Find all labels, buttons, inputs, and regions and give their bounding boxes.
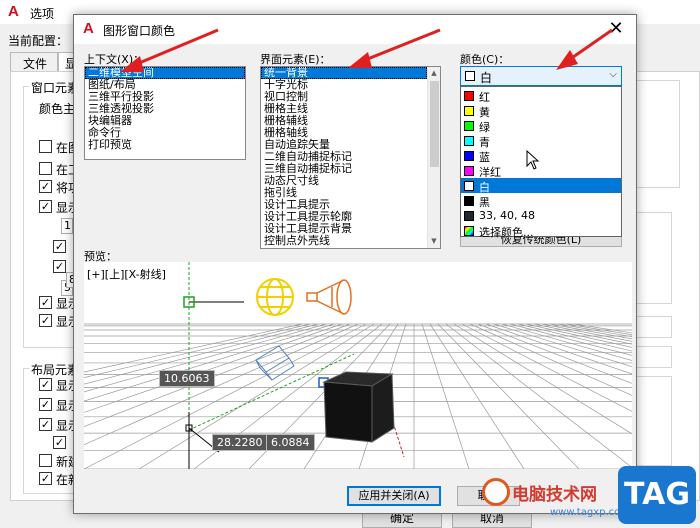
- checkbox-9[interactable]: ✓: [39, 378, 52, 391]
- autocad-logo-icon: A: [8, 3, 19, 20]
- color-option[interactable]: 青: [461, 133, 621, 149]
- color-option-label: 选择颜色...: [479, 226, 534, 239]
- interface-element-items: 统一背景 十字光标 视口控制 栅格主线 栅格辅线 栅格轴线 自动追踪矢量 二维自动捕捉标记 三维…: [261, 67, 427, 247]
- color-swatch: [464, 196, 474, 206]
- color-option[interactable]: 绿: [461, 118, 621, 134]
- checkbox-7[interactable]: ✓: [39, 296, 52, 309]
- color-option[interactable]: 选择颜色...: [461, 223, 621, 239]
- mouse-pointer-icon: [526, 150, 540, 170]
- checkbox-12[interactable]: ✓: [53, 436, 66, 449]
- watermark-site-name: 电脑技术网: [512, 485, 597, 505]
- autocad-logo-icon: A: [83, 20, 94, 37]
- color-label: 颜色(C)：: [460, 53, 510, 66]
- color-option[interactable]: 33, 40, 48: [461, 208, 621, 223]
- checkbox-1[interactable]: [39, 140, 52, 153]
- color-swatch: [464, 136, 474, 146]
- value-field-1[interactable]: 1: [61, 218, 73, 234]
- scrollbar-thumb[interactable]: [430, 81, 439, 167]
- annotation-arrow-2: [348, 28, 441, 68]
- dynamic-input-coord-1[interactable]: 10.6063: [159, 370, 215, 387]
- interface-element-item[interactable]: 控制点外壳线: [261, 235, 427, 247]
- right-group-1: [630, 80, 680, 188]
- dynamic-input-coord-2[interactable]: 28.2280: [212, 434, 268, 451]
- interface-element-label: 界面元素(E)：: [260, 53, 331, 66]
- apply-and-close-button[interactable]: 应用并关闭(A): [347, 486, 441, 506]
- checkbox-4[interactable]: ✓: [39, 200, 52, 213]
- scroll-down-arrow-icon[interactable]: ▼: [428, 235, 440, 248]
- checkbox-2[interactable]: [39, 162, 52, 175]
- checkbox-14[interactable]: ✓: [39, 472, 52, 485]
- annotation-arrow-3: [556, 28, 613, 70]
- options-window-title: 选项: [30, 7, 55, 21]
- color-swatch: [464, 151, 474, 161]
- color-option[interactable]: 红: [461, 88, 621, 104]
- viewport-controls-label[interactable]: [+][上][X-射线]: [87, 266, 166, 282]
- listbox-scrollbar[interactable]: ▲ ▼: [427, 67, 440, 248]
- color-swatch: [464, 91, 474, 101]
- color-option[interactable]: 白: [461, 178, 621, 194]
- checkbox-5[interactable]: ✓: [53, 240, 66, 253]
- color-swatch: [465, 71, 475, 81]
- color-swatch: [464, 121, 474, 131]
- watermark-logo-icon: [482, 478, 510, 506]
- light-globe-icon: [256, 278, 294, 316]
- color-swatch: [464, 181, 474, 191]
- current-profile-label: 当前配置：: [8, 34, 69, 48]
- color-option[interactable]: 黄: [461, 103, 621, 119]
- tab-file[interactable]: 文件: [10, 52, 58, 72]
- context-listbox[interactable]: 二维模型空间 图纸/布局 三维平行投影 三维透视投影 块编辑器 命令行 打印预览: [84, 66, 246, 160]
- color-combobox-value: 白: [480, 71, 493, 85]
- spotlight-icon: [306, 279, 352, 315]
- color-swatch: [464, 166, 474, 176]
- checkbox-10[interactable]: ✓: [39, 398, 52, 411]
- dynamic-input-coord-3[interactable]: 6.0884: [266, 434, 315, 451]
- options-right-panel: [630, 80, 690, 490]
- cube-solid: [322, 371, 395, 443]
- checkbox-11[interactable]: ✓: [39, 418, 52, 431]
- preview-viewport: [+][上][X-射线] 10.6063 28.2280 6.0884: [84, 262, 632, 469]
- color-option[interactable]: 黑: [461, 193, 621, 209]
- color-option-label: 33, 40, 48: [479, 209, 535, 222]
- checkbox-3[interactable]: ✓: [39, 180, 52, 193]
- drawing-window-colors-dialog: A 图形窗口颜色 ✕ 上下文(X)： 二维模型空间 图纸/布局 三维平行投影 三维透视…: [73, 14, 637, 514]
- checkbox-13[interactable]: [39, 454, 52, 467]
- checkbox-8[interactable]: ✓: [39, 314, 52, 327]
- watermark-tag-logo: TAG: [618, 466, 696, 524]
- annotation-arrow-1: [120, 28, 219, 72]
- preview-scene: [84, 262, 632, 469]
- color-theme-label: 颜色主: [39, 102, 76, 116]
- interface-element-listbox[interactable]: 统一背景 十字光标 视口控制 栅格主线 栅格辅线 栅格轴线 自动追踪矢量 二维自动捕捉标记 三维…: [260, 66, 441, 249]
- color-swatch: [464, 226, 474, 236]
- color-swatch: [464, 211, 474, 221]
- checkbox-6[interactable]: ✓: [53, 260, 66, 273]
- context-list-item[interactable]: 打印预览: [85, 139, 245, 151]
- color-swatch: [464, 106, 474, 116]
